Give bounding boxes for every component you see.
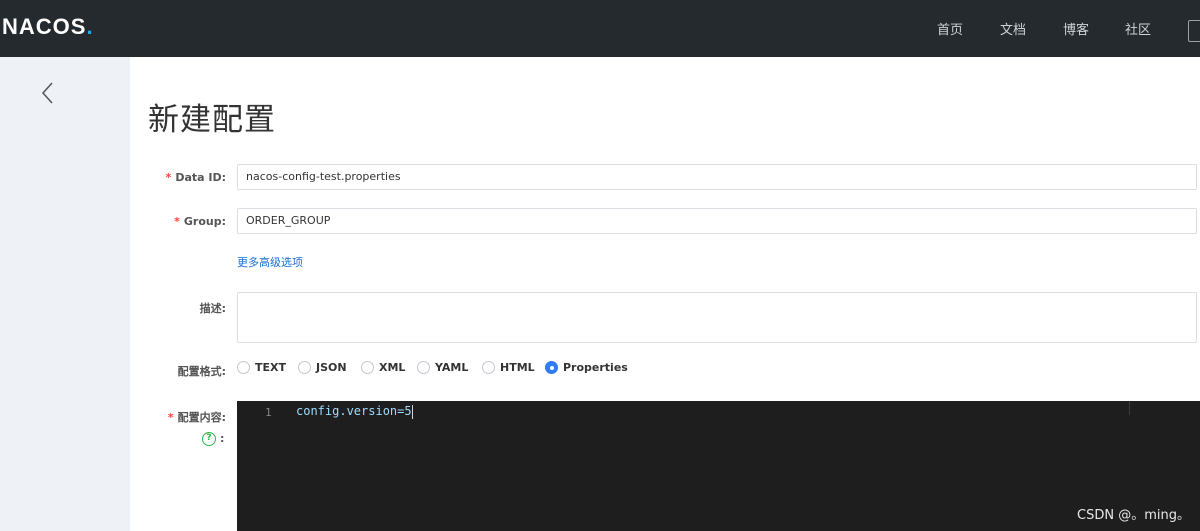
more-advanced-options-link[interactable]: 更多高级选项 xyxy=(237,254,303,270)
radio-circle-icon xyxy=(482,361,495,374)
code-line: config.version=5 xyxy=(296,404,413,419)
nav-home-link[interactable]: 首页 xyxy=(937,19,963,38)
top-navbar: NACOS. 首页 文档 博客 社区 xyxy=(0,0,1200,57)
back-arrow-icon[interactable] xyxy=(38,79,58,107)
content-label: * 配置内容: xyxy=(167,411,226,424)
line-number: 1 xyxy=(265,406,272,419)
description-label: 描述: xyxy=(199,302,226,315)
nav-blog-link[interactable]: 博客 xyxy=(1063,19,1089,38)
nav-docs-link[interactable]: 文档 xyxy=(1000,19,1026,38)
data-id-label: * Data ID: xyxy=(165,171,226,184)
radio-circle-icon xyxy=(298,361,311,374)
radio-circle-icon xyxy=(237,361,250,374)
group-input[interactable]: ORDER_GROUP xyxy=(237,208,1197,234)
text-cursor xyxy=(411,404,413,419)
watermark: CSDN @。ming。 xyxy=(1077,508,1190,523)
radio-checked-icon xyxy=(545,361,558,374)
code-editor[interactable]: 1 config.version=5 CSDN @。ming。 xyxy=(237,401,1200,531)
format-label: 配置格式: xyxy=(177,365,226,378)
help-colon: : xyxy=(220,432,225,445)
format-radio-yaml[interactable]: YAML xyxy=(417,361,468,374)
help-question-icon[interactable]: ? xyxy=(202,432,216,446)
format-radio-json[interactable]: JSON xyxy=(298,361,347,374)
page-title: 新建配置 xyxy=(148,102,276,138)
nacos-logo[interactable]: NACOS. xyxy=(2,14,94,40)
nav-community-link[interactable]: 社区 xyxy=(1125,19,1151,38)
format-radio-xml[interactable]: XML xyxy=(361,361,405,374)
radio-circle-icon xyxy=(361,361,374,374)
description-textarea[interactable] xyxy=(237,292,1197,343)
overview-ruler xyxy=(1129,401,1130,415)
data-id-input[interactable]: nacos-config-test.properties xyxy=(237,164,1197,190)
format-radio-properties[interactable]: Properties xyxy=(545,361,628,374)
left-sidebar xyxy=(0,57,130,531)
radio-circle-icon xyxy=(417,361,430,374)
format-radio-html[interactable]: HTML xyxy=(482,361,535,374)
format-radio-text[interactable]: TEXT xyxy=(237,361,286,374)
language-switch-button[interactable] xyxy=(1188,20,1200,42)
group-label: * Group: xyxy=(174,215,226,228)
